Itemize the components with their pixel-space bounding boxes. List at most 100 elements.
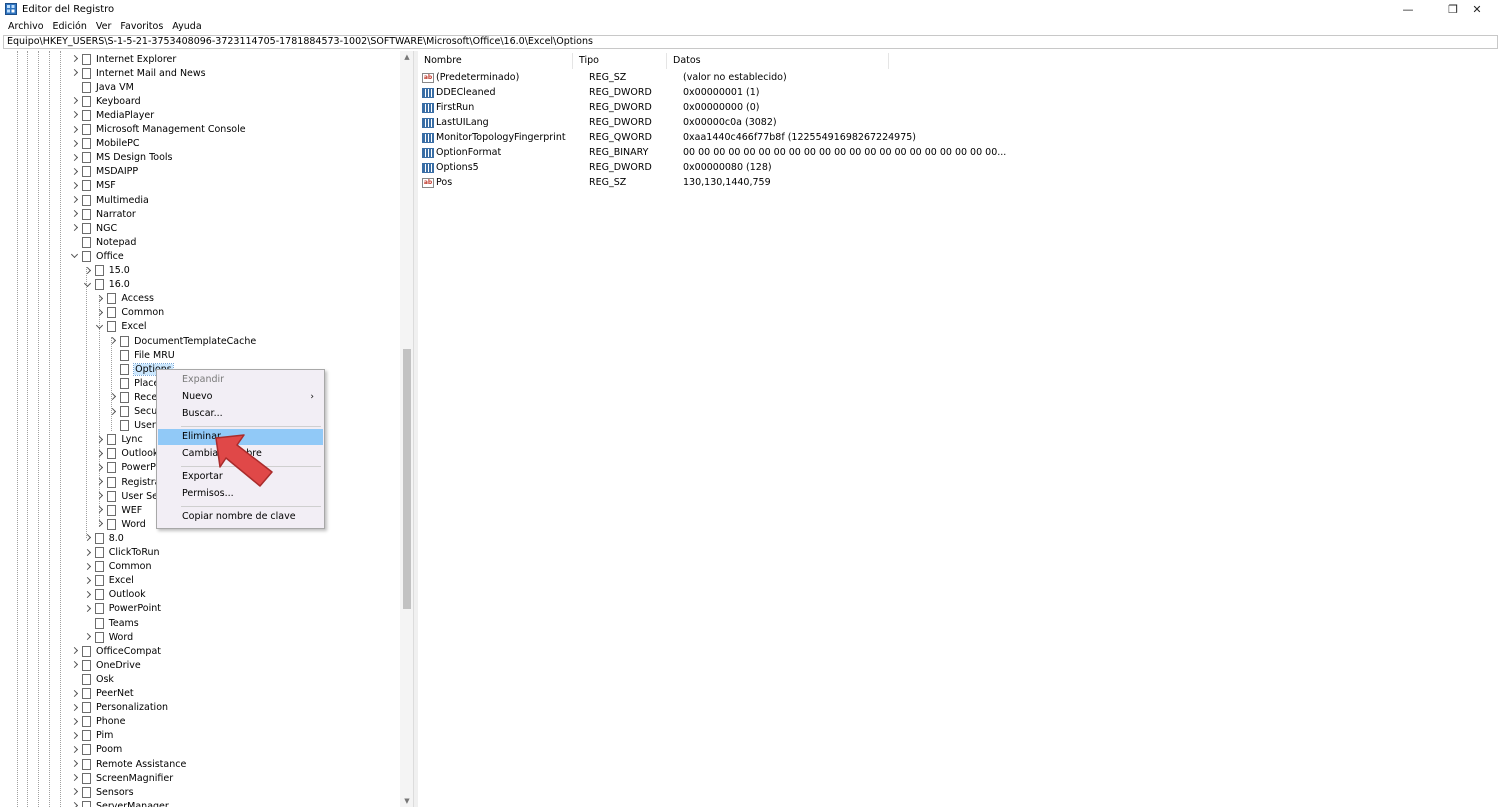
tree-item-mobilepc[interactable]: MobilePC [70, 137, 140, 151]
expand-chevron-icon[interactable] [70, 701, 80, 715]
tree-item-onedrive[interactable]: OneDrive [70, 658, 141, 672]
expand-chevron-icon[interactable] [70, 52, 80, 66]
collapse-chevron-icon[interactable] [95, 320, 105, 334]
tree-item-8-0[interactable]: 8.0 [83, 531, 124, 545]
expand-chevron-icon[interactable] [70, 193, 80, 207]
tree-item-powerp[interactable]: PowerP [95, 461, 156, 475]
tree-item-registra[interactable]: Registra [95, 475, 160, 489]
tree-item-user[interactable]: User [108, 419, 156, 433]
expand-chevron-icon[interactable] [70, 715, 80, 729]
menu-archivo[interactable]: Archivo [8, 21, 44, 32]
tree-item-word[interactable]: Word [83, 630, 133, 644]
expand-chevron-icon[interactable] [70, 221, 80, 235]
tree-item-access[interactable]: Access [95, 292, 154, 306]
expand-chevron-icon[interactable] [70, 771, 80, 785]
expand-chevron-icon[interactable] [108, 390, 118, 404]
tree-item-rece[interactable]: Rece [108, 390, 157, 404]
expand-chevron-icon[interactable] [83, 574, 93, 588]
expand-chevron-icon[interactable] [83, 531, 93, 545]
tree-item-servermanager[interactable]: ServerManager [70, 799, 169, 807]
tree-item-common[interactable]: Common [95, 306, 164, 320]
tree-item-place[interactable]: Place [108, 376, 159, 390]
tree-scrollbar[interactable]: ▲ ▼ [400, 51, 413, 807]
expand-chevron-icon[interactable] [70, 687, 80, 701]
expand-chevron-icon[interactable] [70, 799, 80, 807]
tree-item-keyboard[interactable]: Keyboard [70, 94, 141, 108]
expand-chevron-icon[interactable] [83, 264, 93, 278]
context-menu-expandir[interactable]: Expandir [158, 372, 323, 388]
expand-chevron-icon[interactable] [70, 66, 80, 80]
values-list[interactable]: Nombre Tipo Datos ab (Predeterminado) REG_… [418, 51, 1499, 807]
tree-item-java-vm[interactable]: Java VM [70, 80, 134, 94]
tree-item-personalization[interactable]: Personalization [70, 701, 168, 715]
expand-chevron-icon[interactable] [70, 123, 80, 137]
collapse-chevron-icon[interactable] [83, 278, 93, 292]
collapse-chevron-icon[interactable] [70, 249, 80, 263]
tree-item-microsoft-management-console[interactable]: Microsoft Management Console [70, 123, 246, 137]
expand-chevron-icon[interactable] [83, 602, 93, 616]
tree-item-outlook[interactable]: Outlook [95, 447, 158, 461]
tree-item-16-0[interactable]: 16.0 [83, 278, 130, 292]
tree-item-documenttemplatecache[interactable]: DocumentTemplateCache [108, 334, 256, 348]
tree-item-msdaipp[interactable]: MSDAIPP [70, 165, 138, 179]
value-row[interactable]: FirstRun REG_DWORD 0x00000000 (0) [422, 100, 760, 115]
tree-item-screenmagnifier[interactable]: ScreenMagnifier [70, 771, 173, 785]
tree-item-common[interactable]: Common [83, 560, 151, 574]
expand-chevron-icon[interactable] [95, 433, 105, 447]
value-row[interactable]: MonitorTopologyFingerprint REG_QWORD 0xaa1… [422, 130, 916, 145]
expand-chevron-icon[interactable] [95, 447, 105, 461]
expand-chevron-icon[interactable] [70, 179, 80, 193]
menu-ayuda[interactable]: Ayuda [172, 21, 201, 32]
tree-item-internet-explorer[interactable]: Internet Explorer [70, 52, 176, 66]
value-row[interactable]: ab Pos REG_SZ 130,130,1440,759 [422, 175, 771, 190]
tree-item-peernet[interactable]: PeerNet [70, 687, 134, 701]
tree-item-phone[interactable]: Phone [70, 715, 125, 729]
expand-chevron-icon[interactable] [70, 743, 80, 757]
expand-chevron-icon[interactable] [95, 503, 105, 517]
tree-item-pim[interactable]: Pim [70, 729, 113, 743]
expand-chevron-icon[interactable] [70, 137, 80, 151]
expand-chevron-icon[interactable] [70, 151, 80, 165]
context-menu-buscar[interactable]: Buscar... [158, 406, 323, 422]
tree-item-ngc[interactable]: NGC [70, 221, 117, 235]
expand-chevron-icon[interactable] [95, 517, 105, 531]
menu-ver[interactable]: Ver [96, 21, 112, 32]
expand-chevron-icon[interactable] [70, 785, 80, 799]
tree-item-msf[interactable]: MSF [70, 179, 116, 193]
expand-chevron-icon[interactable] [70, 165, 80, 179]
expand-chevron-icon[interactable] [83, 588, 93, 602]
tree-item-poom[interactable]: Poom [70, 743, 122, 757]
close-icon[interactable]: ✕ [1454, 0, 1500, 18]
tree-item-excel[interactable]: Excel [95, 320, 147, 334]
tree-item-remote-assistance[interactable]: Remote Assistance [70, 757, 186, 771]
expand-chevron-icon[interactable] [70, 658, 80, 672]
expand-chevron-icon[interactable] [70, 207, 80, 221]
context-menu-nuevo[interactable]: Nuevo › [158, 389, 323, 405]
column-header-nombre[interactable]: Nombre [418, 53, 573, 69]
expand-chevron-icon[interactable] [95, 306, 105, 320]
tree-item-teams[interactable]: Teams [83, 616, 139, 630]
expand-chevron-icon[interactable] [70, 729, 80, 743]
tree-item-internet-mail-and-news[interactable]: Internet Mail and News [70, 66, 206, 80]
tree-item-officecompat[interactable]: OfficeCompat [70, 644, 161, 658]
tree-item-ms-design-tools[interactable]: MS Design Tools [70, 151, 172, 165]
expand-chevron-icon[interactable] [95, 475, 105, 489]
value-row[interactable]: ab (Predeterminado) REG_SZ (valor no establ… [422, 70, 787, 85]
tree-item-clicktorun[interactable]: ClickToRun [83, 546, 160, 560]
menu-favoritos[interactable]: Favoritos [120, 21, 163, 32]
expand-chevron-icon[interactable] [70, 94, 80, 108]
value-row[interactable]: DDECleaned REG_DWORD 0x00000001 (1) [422, 85, 760, 100]
menu-edicion[interactable]: Edición [53, 21, 87, 32]
column-header-tipo[interactable]: Tipo [573, 53, 667, 69]
tree-item-notepad[interactable]: Notepad [70, 235, 136, 249]
context-menu-copiar-nombre-de-clave[interactable]: Copiar nombre de clave [158, 509, 323, 525]
tree-item-mediaplayer[interactable]: MediaPlayer [70, 108, 154, 122]
expand-chevron-icon[interactable] [95, 461, 105, 475]
scroll-up-icon[interactable]: ▲ [400, 51, 413, 63]
tree-item-user-set[interactable]: User Set [95, 489, 162, 503]
tree-item-multimedia[interactable]: Multimedia [70, 193, 149, 207]
tree-item-osk[interactable]: Osk [70, 672, 114, 686]
expand-chevron-icon[interactable] [70, 757, 80, 771]
tree-item-office[interactable]: Office [70, 249, 124, 263]
expand-chevron-icon[interactable] [70, 108, 80, 122]
